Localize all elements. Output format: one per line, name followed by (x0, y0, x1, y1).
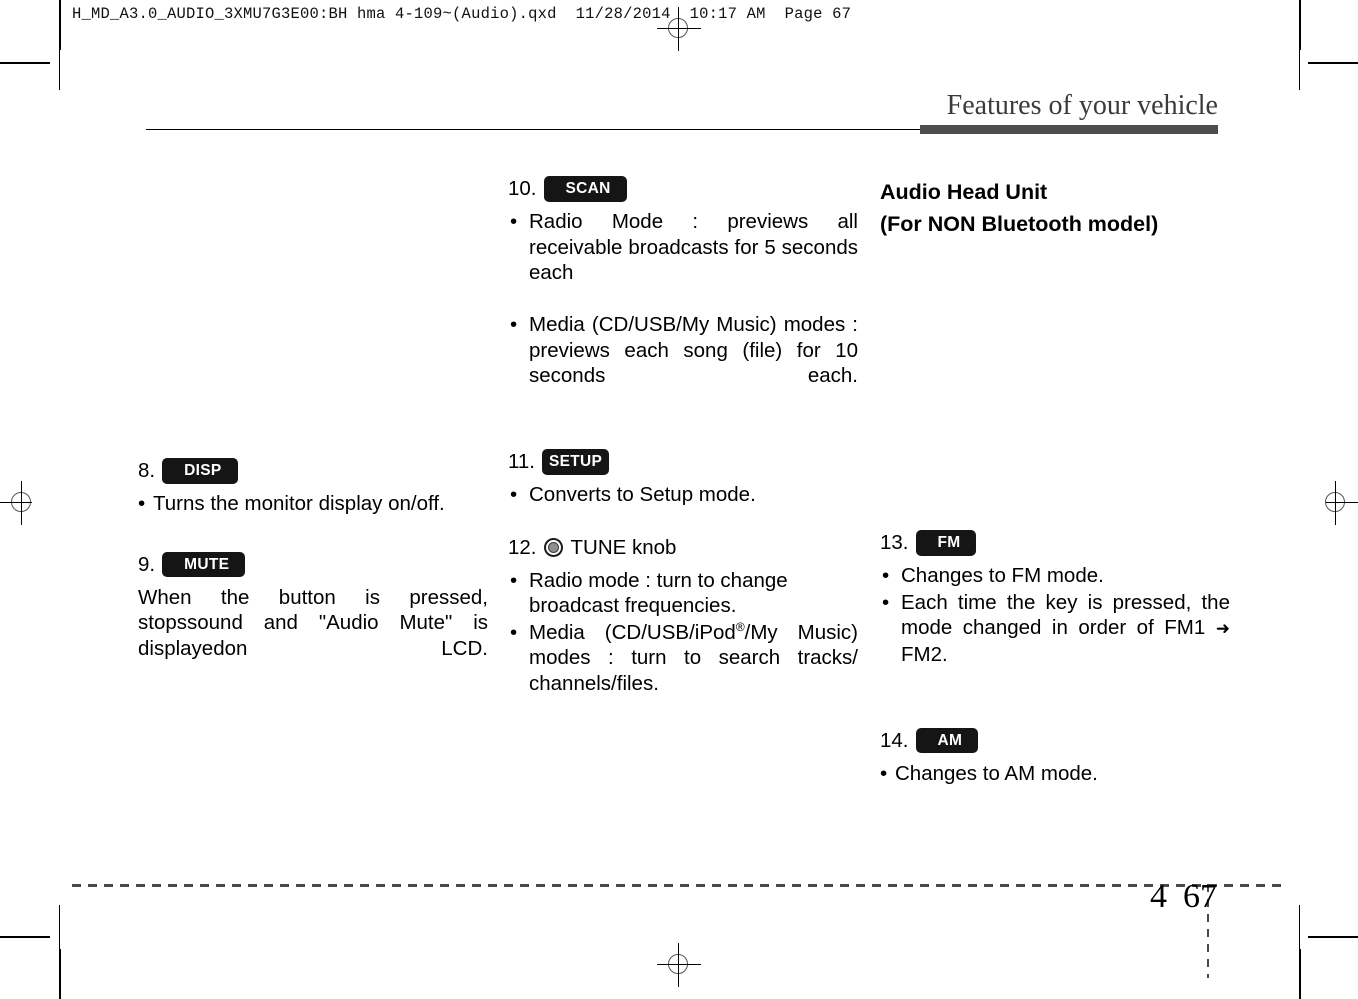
arrow-right-icon: ➜ (1215, 619, 1230, 638)
item-14-bullet-1: • Changes to AM mode. (880, 761, 1230, 787)
footer-dashed-rule (72, 884, 1286, 887)
scan-button-badge[interactable]: SCAN (543, 176, 627, 202)
tune-knob-icon[interactable] (543, 538, 563, 557)
item-12-bullet-1: • Radio mode : turn to change broadcast … (508, 568, 858, 619)
content-column-left: 8. DISP • Turns the monitor display on/o… (138, 176, 488, 689)
setup-button-badge[interactable]: SETUP (541, 449, 610, 475)
item-10-bullet-2-text: Media (CD/USB/My Music) modes : previews… (529, 313, 858, 387)
item-11-bullet-1-text: Converts to Setup mode. (529, 483, 756, 506)
item-13-bullet-1: • Changes to FM mode. (880, 563, 1230, 589)
content-column-middle: 10. SCAN • Radio Mode : previews all rec… (508, 176, 858, 723)
column-mid-gap-2 (508, 509, 858, 535)
bullet-dot-icon: • (880, 761, 888, 785)
ipod-registered-mark: ® (735, 619, 745, 634)
item-14-bullet-1-text: Changes to AM mode. (895, 761, 1098, 785)
registration-target-icon-bottom (657, 943, 701, 987)
item-12-number: 12. (508, 535, 537, 559)
manual-item-14: 14. AM • Changes to AM mode. (880, 727, 1230, 787)
item-9-heading: 9. MUTE (138, 551, 488, 578)
item-14-heading: 14. AM (880, 727, 1230, 754)
bullet-dot-icon: • (510, 210, 518, 233)
fm-button-badge[interactable]: FM (915, 530, 977, 556)
item-12-bullet-2-text-before: Media (CD/USB/iPod (529, 620, 736, 644)
item-10-bullet-1: • Radio Mode : previews all receivable b… (508, 209, 858, 311)
bleed-guide-right-bottom (1299, 905, 1300, 949)
item-13-bullet-2-text-after: FM2. (901, 642, 948, 666)
bullet-dot-icon: • (882, 564, 890, 587)
column-left-gap-1 (138, 518, 488, 552)
crop-mark-bottom-left-horizontal (0, 936, 50, 938)
bullet-dot-icon: • (882, 590, 890, 614)
crop-mark-bottom-right-horizontal (1308, 936, 1358, 938)
manual-item-9: 9. MUTE When the button is pressed, stop… (138, 551, 488, 687)
item-8-heading: 8. DISP (138, 458, 488, 484)
item-11-bullet-1: • Converts to Setup mode. (508, 482, 858, 508)
chapter-number: 4 (1150, 878, 1167, 915)
column-right-gap-2 (880, 694, 1230, 728)
registration-target-icon-left (0, 481, 44, 525)
running-head: Features of your vehicle (146, 90, 1218, 136)
manual-item-12: 12. TUNE knob • Radio mode : turn to cha… (508, 535, 858, 722)
header-rule-thick (920, 125, 1218, 134)
item-14-number: 14. (880, 728, 909, 752)
item-13-bullet-2-text-before: Each time the key is pressed, the mode c… (901, 590, 1230, 640)
manual-item-8: 8. DISP • Turns the monitor display on/o… (138, 458, 488, 517)
item-13-bullet-1-text: Changes to FM mode. (901, 564, 1104, 587)
am-button-badge[interactable]: AM (915, 727, 979, 754)
item-9-paragraph: When the button is pressed, stopssound a… (138, 585, 488, 660)
crop-mark-top-left-vertical (59, 0, 61, 50)
item-11-number: 11. (508, 450, 535, 473)
bullet-dot-icon: • (510, 568, 518, 592)
item-13-heading: 13. FM (880, 530, 1230, 556)
manual-item-13: 13. FM • Changes to FM mode. • Each time… (880, 530, 1230, 693)
item-12-bullet-2: • Media (CD/USB/iPod®/My Music) modes : … (508, 620, 858, 722)
bleed-guide-right (1299, 50, 1300, 90)
bullet-dot-icon: • (138, 492, 146, 515)
crop-mark-bottom-right-vertical (1299, 949, 1301, 999)
item-8-number: 8. (138, 459, 156, 482)
item-13-number: 13. (880, 531, 909, 554)
bullet-dot-icon: • (510, 313, 518, 336)
crop-mark-top-right-vertical (1299, 0, 1301, 50)
disp-button-badge[interactable]: DISP (162, 458, 238, 484)
bullet-dot-icon: • (510, 483, 518, 506)
bullet-dot-icon: • (510, 620, 518, 644)
item-12-heading: 12. TUNE knob (508, 535, 858, 561)
item-13-bullet-2: • Each time the key is pressed, the mode… (880, 590, 1230, 693)
item-10-bullet-2: • Media (CD/USB/My Music) modes : previe… (508, 312, 858, 414)
audio-head-unit-section-heading: Audio Head Unit (For NON Bluetooth model… (880, 176, 1230, 240)
section-heading-line-2: (For NON Bluetooth model) (880, 212, 1159, 236)
item-11-heading: 11. SETUP (508, 449, 858, 475)
section-heading-line-1: Audio Head Unit (880, 180, 1048, 204)
item-12-bullet-1-text: Radio mode : turn to change broadcast fr… (529, 568, 788, 618)
page-number: 67 (1183, 878, 1217, 915)
item-10-heading: 10. SCAN (508, 176, 858, 202)
item-10-number: 10. (508, 177, 537, 200)
item-9-number: 9. (138, 552, 156, 576)
bleed-guide-left-bottom (59, 905, 60, 949)
registration-target-icon-right (1314, 481, 1358, 525)
item-8-bullet-1-text: Turns the monitor display on/off. (153, 492, 445, 515)
prepress-slug-line: H_MD_A3.0_AUDIO_3XMU7G3E00:BH hma 4-109~… (72, 5, 852, 23)
item-8-bullet-1: • Turns the monitor display on/off. (138, 491, 488, 517)
column-mid-gap-1 (508, 415, 858, 449)
column-right-gap-1 (880, 240, 1230, 530)
manual-item-10: 10. SCAN • Radio Mode : previews all rec… (508, 176, 858, 414)
header-rule-thin (146, 129, 926, 130)
mute-button-badge[interactable]: MUTE (162, 551, 246, 578)
content-column-right: Audio Head Unit (For NON Bluetooth model… (880, 176, 1230, 787)
bleed-guide-left (59, 50, 60, 90)
crop-mark-bottom-left-vertical (59, 949, 61, 999)
crop-mark-top-left-horizontal (0, 62, 50, 64)
page-title: Features of your vehicle (946, 90, 1218, 121)
manual-item-11: 11. SETUP • Converts to Setup mode. (508, 449, 858, 508)
crop-mark-top-right-horizontal (1308, 62, 1358, 64)
folio: 4 67 (1150, 878, 1217, 916)
item-12-knob-label: TUNE knob (570, 535, 677, 559)
item-10-bullet-1-text: Radio Mode : previews all receivable bro… (529, 210, 858, 284)
